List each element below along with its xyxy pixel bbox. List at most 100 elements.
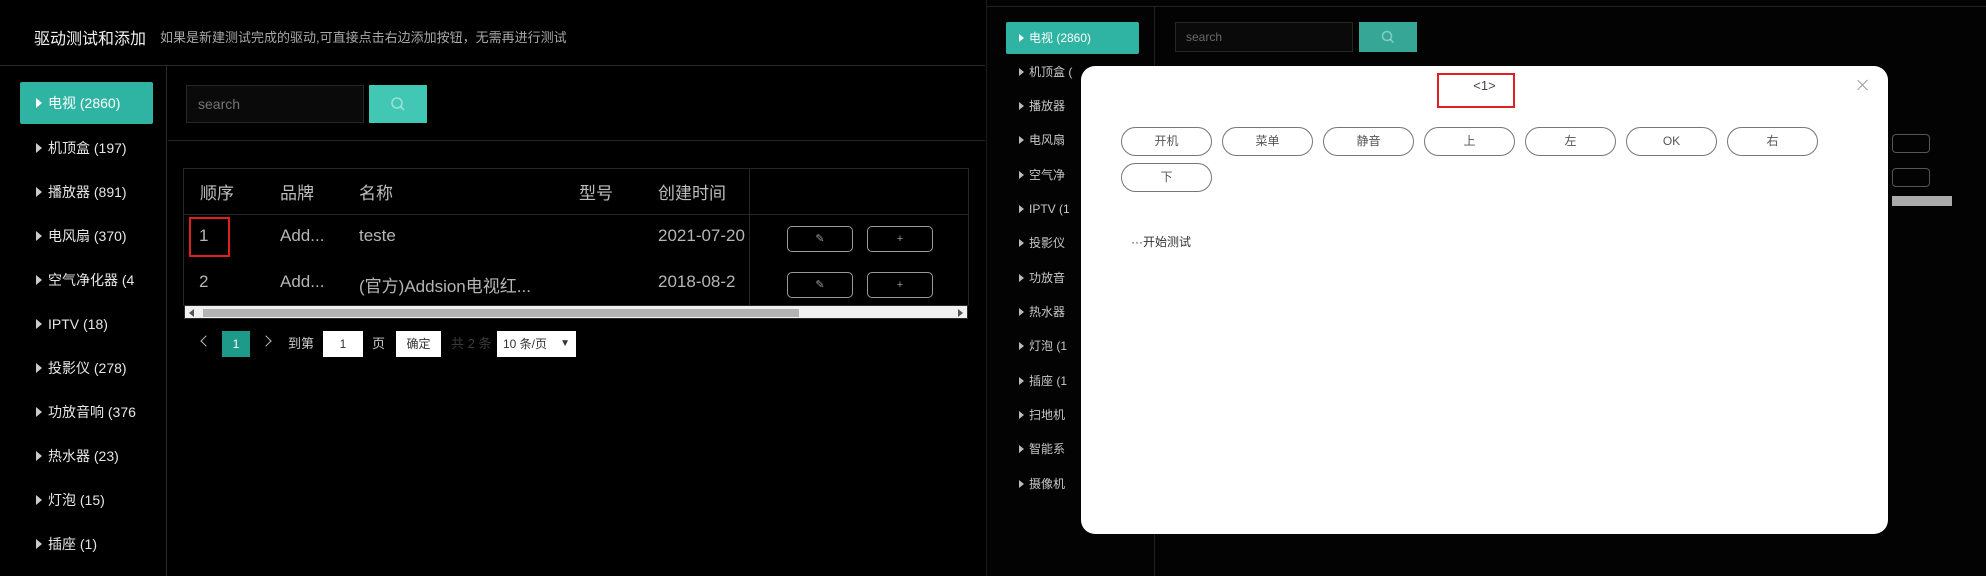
category-label: 电风扇 (370) xyxy=(48,228,127,244)
right-button[interactable]: 右 xyxy=(1727,127,1818,156)
cell-brand: Add... xyxy=(280,272,325,291)
down-button[interactable]: 下 xyxy=(1121,163,1212,192)
category-label: 机顶盒 (197) xyxy=(48,140,127,156)
column-header-created: 创建时间 xyxy=(658,184,726,203)
search-input[interactable] xyxy=(186,85,364,123)
caret-right-icon xyxy=(36,187,42,197)
category-item-air-purifier[interactable]: 空气净化器 (4 xyxy=(20,259,153,301)
category-label: 插座 (1) xyxy=(48,536,97,552)
driver-table: 顺序 品牌 名称 型号 创建时间 1 Add... teste 2021-07-… xyxy=(183,168,969,319)
category-label: 电视 (2860) xyxy=(1029,31,1092,45)
column-header-order: 顺序 xyxy=(200,184,234,203)
close-icon[interactable] xyxy=(1855,77,1871,93)
category-label: 投影仪 xyxy=(1029,236,1066,250)
category-label: 电风扇 xyxy=(1029,133,1066,147)
cell-created: 2018-08-2 xyxy=(658,272,736,291)
horizontal-scrollbar[interactable] xyxy=(1892,196,1952,206)
next-page-icon[interactable] xyxy=(260,335,272,347)
menu-button[interactable]: 菜单 xyxy=(1222,127,1313,156)
category-item-socket[interactable]: 插座 (1) xyxy=(20,523,153,565)
divider xyxy=(168,140,985,141)
edit-button[interactable]: ✎ xyxy=(787,226,853,252)
category-label: 功放音响 (376 xyxy=(48,404,136,420)
cell-name: (官方)Addsion电视红... xyxy=(359,277,531,296)
category-sidebar: 电视 (2860) 机顶盒 (197) 播放器 (891) 电风扇 (370) … xyxy=(0,66,167,576)
category-item-bulb[interactable]: 灯泡 (15) xyxy=(20,479,153,521)
add-button[interactable]: + xyxy=(867,272,933,298)
caret-right-icon xyxy=(1019,102,1024,110)
page-button-current[interactable]: 1 xyxy=(222,331,250,357)
up-button[interactable]: 上 xyxy=(1424,127,1515,156)
confirm-page-button[interactable]: 确定 xyxy=(396,331,441,357)
edit-button[interactable]: ✎ xyxy=(787,272,853,298)
category-label: 播放器 xyxy=(1029,99,1066,113)
caret-right-icon xyxy=(1019,34,1024,42)
cell-created: 2021-07-20 xyxy=(658,226,745,245)
add-button[interactable] xyxy=(1892,134,1930,153)
category-label: 摄像机 xyxy=(1029,477,1066,491)
column-header-brand: 品牌 xyxy=(280,184,314,203)
caret-right-icon xyxy=(36,451,42,461)
caret-right-icon xyxy=(36,407,42,417)
caret-right-icon xyxy=(36,231,42,241)
add-button[interactable] xyxy=(1892,168,1930,187)
page-suffix: 页 xyxy=(372,336,386,351)
category-label: IPTV (18) xyxy=(48,316,108,332)
category-item-fan[interactable]: 电风扇 (370) xyxy=(20,215,153,257)
caret-right-icon xyxy=(36,275,42,285)
search-icon xyxy=(1381,30,1395,44)
prev-page-icon[interactable] xyxy=(200,335,212,347)
caret-right-icon xyxy=(1019,445,1024,453)
category-item-player[interactable]: 播放器 (891) xyxy=(20,171,153,213)
category-item-tv[interactable]: 电视 (2860) xyxy=(1006,22,1139,54)
category-label: 机顶盒 ( xyxy=(1029,65,1073,79)
total-count: 共 2 条 xyxy=(451,336,492,351)
category-label: 空气净化器 (4 xyxy=(48,272,135,288)
category-label: 扫地机 xyxy=(1029,408,1066,422)
category-item-tv[interactable]: 电视 (2860) xyxy=(20,82,153,124)
add-button[interactable]: + xyxy=(867,226,933,252)
mute-button[interactable]: 静音 xyxy=(1323,127,1414,156)
divider xyxy=(184,214,968,215)
scroll-left-icon[interactable] xyxy=(189,309,194,317)
divider xyxy=(749,169,750,306)
page-size-select[interactable]: 10 条/页 ▼ xyxy=(497,331,576,357)
cell-name: teste xyxy=(359,226,396,245)
edit-icon: ✎ xyxy=(815,233,825,245)
caret-right-icon xyxy=(36,495,42,505)
scroll-right-icon[interactable] xyxy=(958,309,963,317)
page-header: 驱动测试和添加 如果是新建测试完成的驱动,可直接点击右边添加按钮，无需再进行测试 xyxy=(0,0,985,66)
cell-order: 2 xyxy=(199,272,209,291)
caret-right-icon xyxy=(1019,411,1024,419)
category-item-settop-box[interactable]: 机顶盒 (197) xyxy=(20,127,153,169)
category-item-projector[interactable]: 投影仪 (278) xyxy=(20,347,153,389)
category-item-iptv[interactable]: IPTV (18) xyxy=(20,303,153,345)
horizontal-scrollbar[interactable] xyxy=(184,305,968,319)
category-label: 播放器 (891) xyxy=(48,184,127,200)
caret-right-icon xyxy=(1019,68,1024,76)
caret-right-icon xyxy=(36,363,42,373)
category-label: 空气净 xyxy=(1029,168,1066,182)
highlight-box xyxy=(1437,73,1515,108)
page-number-input[interactable]: 1 xyxy=(323,331,363,357)
category-item-water-heater[interactable]: 热水器 (23) xyxy=(20,435,153,477)
ok-button[interactable]: OK xyxy=(1626,127,1717,156)
power-on-button[interactable]: 开机 xyxy=(1121,127,1212,156)
caret-right-icon xyxy=(1019,205,1024,213)
search-input[interactable]: search xyxy=(1175,22,1353,52)
highlight-box xyxy=(189,217,230,257)
caret-right-icon xyxy=(36,143,42,153)
caret-right-icon xyxy=(1019,342,1024,350)
caret-right-icon xyxy=(1019,308,1024,316)
search-button[interactable] xyxy=(369,85,427,123)
category-item-amplifier[interactable]: 功放音响 (376 xyxy=(20,391,153,433)
caret-right-icon xyxy=(1019,480,1024,488)
left-button[interactable]: 左 xyxy=(1525,127,1616,156)
category-label: 投影仪 (278) xyxy=(48,360,127,376)
category-label: 电视 (2860) xyxy=(48,95,121,111)
search-button[interactable] xyxy=(1359,22,1417,52)
scrollbar-thumb[interactable] xyxy=(203,309,799,317)
category-label: 灯泡 (15) xyxy=(48,492,105,508)
column-header-name: 名称 xyxy=(359,184,393,203)
chevron-down-icon: ▼ xyxy=(560,338,570,349)
